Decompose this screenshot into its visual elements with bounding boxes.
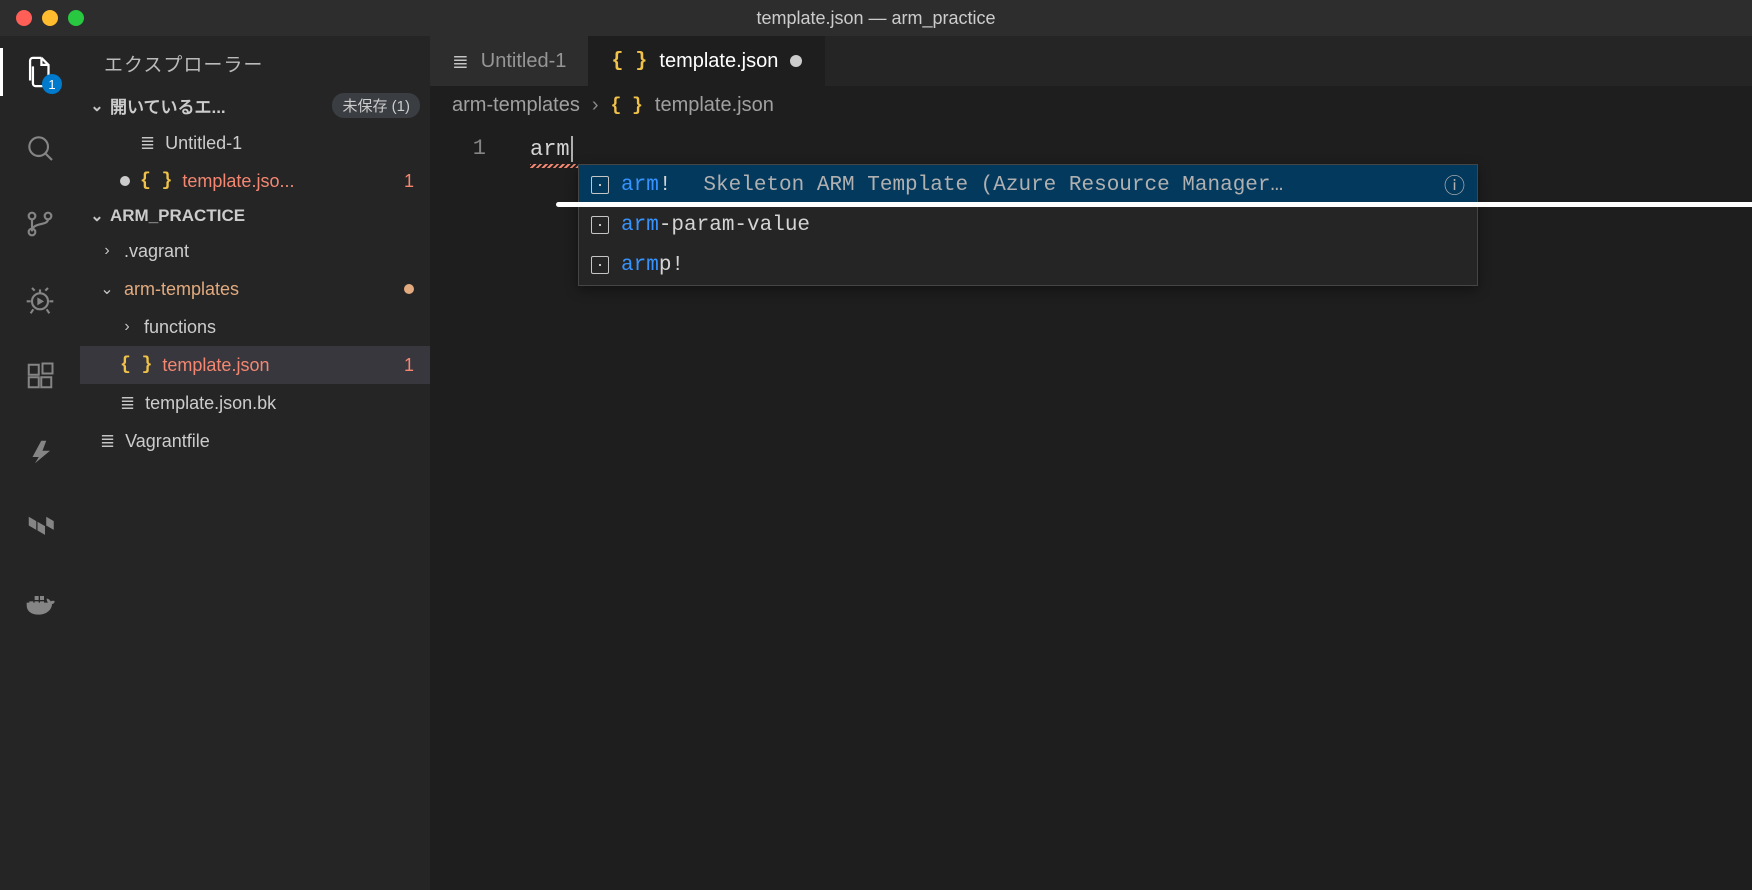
file-label: template.json xyxy=(162,355,394,376)
project-name: ARM_PRACTICE xyxy=(110,206,245,226)
explorer-activity[interactable]: 1 xyxy=(16,48,64,96)
code-editor[interactable]: 1 arm arm! Skeleton ARM Template (Azure … xyxy=(430,126,1752,890)
breadcrumb-folder[interactable]: arm-templates xyxy=(452,94,580,117)
breadcrumb-file[interactable]: template.json xyxy=(655,94,774,117)
chevron-down-icon: ⌄ xyxy=(90,206,104,226)
search-icon xyxy=(24,132,56,164)
tree-file[interactable]: ≣ template.json.bk xyxy=(80,384,430,422)
window-controls xyxy=(0,10,84,26)
maximize-window-icon[interactable] xyxy=(68,10,84,26)
open-editors-label: 開いているエ... xyxy=(110,93,226,118)
search-activity[interactable] xyxy=(16,124,64,172)
file-lines-icon: ≣ xyxy=(120,393,135,414)
open-editor-label: Untitled-1 xyxy=(165,133,430,154)
explorer-badge: 1 xyxy=(42,74,62,94)
debug-activity[interactable] xyxy=(16,276,64,324)
tab-label: template.json xyxy=(659,50,778,73)
project-header[interactable]: ⌄ ARM_PRACTICE xyxy=(80,200,430,232)
error-count: 1 xyxy=(404,355,430,376)
tree-file[interactable]: ≣ Vagrantfile xyxy=(80,422,430,460)
json-braces-icon: { } xyxy=(611,50,647,73)
folder-label: .vagrant xyxy=(124,241,189,262)
chevron-right-icon: › xyxy=(120,318,134,336)
extensions-activity[interactable] xyxy=(16,352,64,400)
code-line: arm xyxy=(530,136,573,162)
azure-icon xyxy=(25,437,55,467)
chevron-right-icon: › xyxy=(100,242,114,260)
folder-label: functions xyxy=(144,317,216,338)
json-braces-icon: { } xyxy=(610,96,642,116)
branch-icon xyxy=(24,208,56,240)
tab-label: Untitled-1 xyxy=(481,50,567,73)
open-editors-header[interactable]: ⌄ 開いているエ... 未保存 (1) xyxy=(80,87,430,124)
explorer-title: エクスプローラー xyxy=(80,36,430,87)
file-lines-icon: ≣ xyxy=(140,133,155,154)
snippet-icon xyxy=(591,216,609,234)
error-squiggle-icon xyxy=(530,164,578,168)
main-layout: 1 エクスプローラー ⌄ 開いているエ... 未保存 (1) xyxy=(0,36,1752,890)
minimize-window-icon[interactable] xyxy=(42,10,58,26)
snippet-icon xyxy=(591,256,609,274)
chevron-down-icon: ⌄ xyxy=(90,96,104,116)
file-label: template.json.bk xyxy=(145,393,430,414)
open-editor-item[interactable]: { } template.jso... 1 xyxy=(80,162,430,200)
bug-icon xyxy=(24,284,56,316)
open-editor-label: template.jso... xyxy=(182,171,394,192)
file-lines-icon: ≣ xyxy=(100,431,115,452)
suggestion-item[interactable]: arm! Skeleton ARM Template (Azure Resour… xyxy=(579,165,1477,205)
suggestion-item[interactable]: armp! xyxy=(579,245,1477,285)
typed-text: arm xyxy=(530,137,570,162)
line-number: 1 xyxy=(430,136,510,161)
suggestion-item[interactable]: arm-param-value xyxy=(579,205,1477,245)
error-count: 1 xyxy=(404,171,430,192)
tab-bar: ≣ Untitled-1 { } template.json xyxy=(430,36,1752,86)
breadcrumb[interactable]: arm-templates › { } template.json xyxy=(430,86,1752,126)
dirty-indicator-icon xyxy=(790,55,802,67)
annotation-underline xyxy=(556,202,1752,207)
close-window-icon[interactable] xyxy=(16,10,32,26)
tab-template-json[interactable]: { } template.json xyxy=(589,36,825,86)
json-braces-icon: { } xyxy=(140,171,172,191)
tree-file[interactable]: { } template.json 1 xyxy=(80,346,430,384)
tree-folder[interactable]: ⌄ arm-templates xyxy=(80,270,430,308)
snippet-icon xyxy=(591,176,609,194)
cursor-icon xyxy=(571,136,573,162)
terraform-icon xyxy=(25,513,55,543)
folder-label: arm-templates xyxy=(124,279,239,300)
chevron-down-icon: ⌄ xyxy=(100,279,114,299)
azure-activity[interactable] xyxy=(16,428,64,476)
unsaved-badge: 未保存 (1) xyxy=(332,93,420,118)
suggestion-desc: Skeleton ARM Template (Azure Resource Ma… xyxy=(703,174,1432,197)
title-bar: template.json — arm_practice xyxy=(0,0,1752,36)
json-braces-icon: { } xyxy=(120,355,152,375)
docker-icon xyxy=(24,588,56,620)
tree-folder[interactable]: › functions xyxy=(80,308,430,346)
explorer-sidebar: エクスプローラー ⌄ 開いているエ... 未保存 (1) ≣ Untitled-… xyxy=(80,36,430,890)
file-label: Vagrantfile xyxy=(125,431,430,452)
extensions-icon xyxy=(25,361,55,391)
suggestion-popup: arm! Skeleton ARM Template (Azure Resour… xyxy=(578,164,1478,286)
tab-untitled[interactable]: ≣ Untitled-1 xyxy=(430,36,589,86)
activity-bar: 1 xyxy=(0,36,80,890)
dirty-indicator-icon xyxy=(120,176,130,186)
window-title: template.json — arm_practice xyxy=(0,8,1752,29)
modified-indicator-icon xyxy=(404,284,414,294)
tree-folder[interactable]: › .vagrant xyxy=(80,232,430,270)
file-lines-icon: ≣ xyxy=(452,49,469,74)
chevron-right-icon: › xyxy=(592,94,599,117)
docker-activity[interactable] xyxy=(16,580,64,628)
info-icon[interactable]: ⓘ xyxy=(1444,170,1465,200)
open-editor-item[interactable]: ≣ Untitled-1 xyxy=(80,124,430,162)
terraform-activity[interactable] xyxy=(16,504,64,552)
source-control-activity[interactable] xyxy=(16,200,64,248)
editor-area: ≣ Untitled-1 { } template.json arm-templ… xyxy=(430,36,1752,890)
